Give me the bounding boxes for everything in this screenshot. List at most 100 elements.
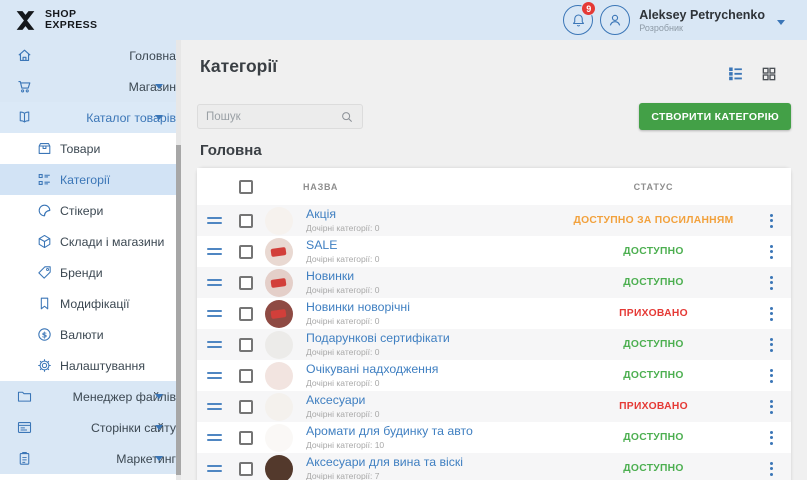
chevron-down-icon: [155, 84, 163, 89]
user-name: Aleksey Petrychenko: [639, 8, 765, 22]
chevron-down-icon: [155, 394, 163, 399]
sidebar-item-marketing[interactable]: Маркетинг: [0, 443, 176, 474]
svg-text:$: $: [42, 330, 47, 339]
sidebar-item-settings[interactable]: Налаштування: [0, 350, 176, 381]
search-box: [197, 104, 363, 129]
currency-icon: $: [36, 326, 53, 343]
book-icon: [16, 109, 33, 126]
kebab-menu-icon[interactable]: [767, 428, 776, 448]
kebab-menu-icon[interactable]: [767, 304, 776, 324]
category-thumbnail: [265, 300, 293, 328]
sidebar-item-modifications[interactable]: Модифікації: [0, 288, 176, 319]
thumbnail-tag: [271, 277, 287, 287]
search-input[interactable]: [206, 111, 340, 123]
row-checkbox[interactable]: [239, 462, 253, 476]
table-row: Очікувані надходження Дочірні категорії:…: [197, 360, 791, 391]
table-row: Аксесуари для вина та віскі Дочірні кате…: [197, 453, 791, 480]
drag-handle-icon[interactable]: [197, 372, 231, 379]
sidebar-item-products[interactable]: Товари: [0, 133, 176, 164]
category-name-link[interactable]: Аксесуари для вина та віскі: [306, 456, 556, 469]
category-children-count: Дочірні категорії: 10: [306, 440, 556, 450]
page-title: Категорії: [200, 56, 791, 77]
row-checkbox[interactable]: [239, 307, 253, 321]
thumbnail-tag: [271, 246, 287, 256]
sidebar: Головна Магазин Каталог товарів Товари К…: [0, 40, 176, 480]
sidebar-item-warehouses[interactable]: Склади і магазини: [0, 226, 176, 257]
kebab-menu-icon[interactable]: [767, 459, 776, 479]
cart-icon: [16, 78, 33, 95]
user-menu-chevron-icon[interactable]: [777, 20, 785, 25]
notifications-button[interactable]: 9: [563, 5, 593, 35]
kebab-menu-icon[interactable]: [767, 397, 776, 417]
list-icon: [36, 171, 53, 188]
row-checkbox[interactable]: [239, 245, 253, 259]
kebab-menu-icon[interactable]: [767, 242, 776, 262]
sidebar-item-stickers[interactable]: Стікери: [0, 195, 176, 226]
drag-handle-icon[interactable]: [197, 403, 231, 410]
status-badge: ДОСТУПНО: [556, 277, 751, 288]
bookmark-icon: [36, 295, 53, 312]
category-name-link[interactable]: Новинки новорічні: [306, 301, 556, 314]
row-checkbox[interactable]: [239, 338, 253, 352]
kebab-menu-icon[interactable]: [767, 211, 776, 231]
drag-handle-icon[interactable]: [197, 341, 231, 348]
box-icon: [36, 140, 53, 157]
category-children-count: Дочірні категорії: 0: [306, 316, 556, 326]
category-thumbnail: [265, 393, 293, 421]
grid-view-button[interactable]: [761, 66, 777, 82]
create-category-button[interactable]: СТВОРИТИ КАТЕГОРІЮ: [639, 103, 791, 130]
section-title: Головна: [200, 142, 791, 159]
category-name-link[interactable]: SALE: [306, 239, 556, 252]
sidebar-item-currencies[interactable]: $ Валюти: [0, 319, 176, 350]
category-name-link[interactable]: Очікувані надходження: [306, 363, 556, 376]
kebab-menu-icon[interactable]: [767, 273, 776, 293]
sidebar-item-site-pages[interactable]: Сторінки сайту: [0, 412, 176, 443]
column-header-name: НАЗВА: [261, 182, 556, 192]
drag-handle-icon[interactable]: [197, 465, 231, 472]
person-icon: [606, 11, 624, 29]
drag-handle-icon[interactable]: [197, 310, 231, 317]
gear-icon: [36, 357, 53, 374]
status-badge: ДОСТУПНО: [556, 370, 751, 381]
kebab-menu-icon[interactable]: [767, 335, 776, 355]
sidebar-item-categories[interactable]: Категорії: [0, 164, 176, 195]
sidebar-item-catalog[interactable]: Каталог товарів: [0, 102, 176, 133]
sidebar-item-shop[interactable]: Магазин: [0, 71, 176, 102]
category-name-link[interactable]: Подарункові сертифікати: [306, 332, 556, 345]
row-checkbox[interactable]: [239, 214, 253, 228]
category-thumbnail: [265, 331, 293, 359]
category-name-link[interactable]: Новинки: [306, 270, 556, 283]
category-name-link[interactable]: Аромати для будинку та авто: [306, 425, 556, 438]
chevron-down-icon: [155, 425, 163, 430]
category-children-count: Дочірні категорії: 0: [306, 254, 556, 264]
drag-handle-icon[interactable]: [197, 279, 231, 286]
status-badge: ДОСТУПНО ЗА ПОСИЛАННЯМ: [556, 215, 751, 226]
list-view-button[interactable]: [727, 65, 744, 82]
logo-x-icon: [13, 8, 38, 33]
sticker-icon: [36, 202, 53, 219]
category-name-link[interactable]: Аксесуари: [306, 394, 556, 407]
category-children-count: Дочірні категорії: 0: [306, 285, 556, 295]
marketing-icon: [16, 450, 33, 467]
row-checkbox[interactable]: [239, 431, 253, 445]
drag-handle-icon[interactable]: [197, 434, 231, 441]
drag-handle-icon[interactable]: [197, 248, 231, 255]
row-checkbox[interactable]: [239, 369, 253, 383]
thumbnail-tag: [271, 308, 287, 318]
select-all-checkbox[interactable]: [239, 180, 253, 194]
row-checkbox[interactable]: [239, 400, 253, 414]
user-avatar-button[interactable]: [600, 5, 630, 35]
main-content: Категорії СТВОРИТИ КАТЕГОРІЮ: [181, 40, 807, 480]
category-name-link[interactable]: Акція: [306, 208, 556, 221]
status-badge: ДОСТУПНО: [556, 463, 751, 474]
sidebar-item-file-manager[interactable]: Менеджер файлів: [0, 381, 176, 412]
drag-handle-icon[interactable]: [197, 217, 231, 224]
table-row: Акція Дочірні категорії: 0 ДОСТУПНО ЗА П…: [197, 205, 791, 236]
sidebar-scrollbar-thumb[interactable]: [176, 145, 181, 475]
kebab-menu-icon[interactable]: [767, 366, 776, 386]
table-row: Аромати для будинку та авто Дочірні кате…: [197, 422, 791, 453]
row-checkbox[interactable]: [239, 276, 253, 290]
chevron-down-icon: [155, 115, 163, 120]
sidebar-item-brands[interactable]: Бренди: [0, 257, 176, 288]
sidebar-item-dashboard[interactable]: Головна: [0, 40, 176, 71]
